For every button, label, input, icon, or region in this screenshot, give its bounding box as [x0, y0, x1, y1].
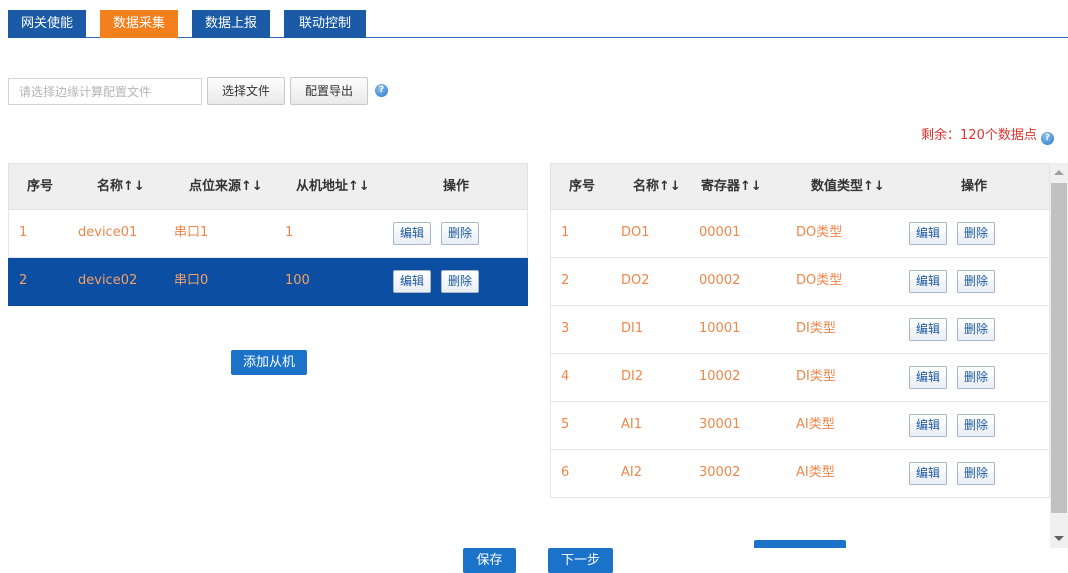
row-source: 串口1 [174, 225, 209, 240]
row-index: 4 [561, 369, 570, 384]
row-index: 2 [19, 273, 28, 288]
tab-linkage-control[interactable]: 联动控制 [284, 10, 366, 38]
table-row[interactable]: 1 device01 串口1 1 编辑 删除 [8, 210, 528, 258]
edit-button[interactable]: 编辑 [909, 222, 947, 245]
col-name[interactable]: 名称↑↓ [97, 164, 145, 210]
edit-button[interactable]: 编辑 [909, 462, 947, 485]
row-register: 10001 [699, 321, 741, 336]
edit-button[interactable]: 编辑 [909, 318, 947, 341]
col-source[interactable]: 点位来源↑↓ [189, 164, 263, 210]
delete-button[interactable]: 删除 [441, 270, 479, 293]
table-row[interactable]: 3 DI1 10001 DI类型 编辑 删除 [550, 306, 1050, 354]
row-index: 3 [561, 321, 570, 336]
col-register[interactable]: 寄存器↑↓ [701, 164, 762, 210]
point-table-scrollbar[interactable] [1050, 163, 1068, 548]
point-table-header: 序号 名称↑↓ 寄存器↑↓ 数值类型↑↓ 操作 [550, 163, 1050, 210]
row-type: DO类型 [796, 225, 843, 240]
row-register: 30001 [699, 417, 741, 432]
tab-bar: 网关使能 数据采集 数据上报 联动控制 [8, 9, 1068, 38]
edit-button[interactable]: 编辑 [909, 366, 947, 389]
row-type: AI类型 [796, 417, 835, 432]
edit-button[interactable]: 编辑 [909, 414, 947, 437]
edit-button[interactable]: 编辑 [393, 270, 431, 293]
add-slave-button[interactable]: 添加从机 [231, 350, 307, 375]
config-file-input[interactable] [8, 78, 202, 105]
delete-button[interactable]: 删除 [957, 318, 995, 341]
delete-button[interactable]: 删除 [957, 366, 995, 389]
edit-button[interactable]: 编辑 [393, 222, 431, 245]
row-name: DO1 [621, 225, 650, 240]
row-type: AI类型 [796, 465, 835, 480]
delete-button[interactable]: 删除 [957, 462, 995, 485]
slave-table: 序号 名称↑↓ 点位来源↑↓ 从机地址↑↓ 操作 1 device01 串口1 … [8, 163, 528, 306]
row-name: device02 [78, 273, 138, 288]
scroll-down-icon[interactable] [1054, 536, 1064, 541]
config-export-button[interactable]: 配置导出 [290, 77, 368, 105]
row-index: 6 [561, 465, 570, 480]
col-name[interactable]: 名称↑↓ [633, 164, 681, 210]
table-row[interactable]: 6 AI2 30002 AI类型 编辑 删除 [550, 450, 1050, 498]
row-address: 100 [285, 273, 310, 288]
delete-button[interactable]: 删除 [957, 414, 995, 437]
save-button[interactable]: 保存 [463, 548, 516, 573]
row-register: 00002 [699, 273, 741, 288]
remaining-points: 剩余：120个数据点 ? [921, 124, 1054, 145]
delete-button[interactable]: 删除 [441, 222, 479, 245]
col-index[interactable]: 序号 [569, 164, 595, 210]
row-index: 5 [561, 417, 570, 432]
next-step-button[interactable]: 下一步 [548, 548, 613, 573]
tab-data-report[interactable]: 数据上报 [192, 10, 270, 38]
row-name: AI1 [621, 417, 642, 432]
point-table: 序号 名称↑↓ 寄存器↑↓ 数值类型↑↓ 操作 1 DO1 00001 DO类型… [550, 163, 1050, 498]
slave-table-header: 序号 名称↑↓ 点位来源↑↓ 从机地址↑↓ 操作 [8, 163, 528, 210]
col-actions: 操作 [443, 179, 470, 194]
row-index: 1 [19, 225, 28, 240]
row-name: device01 [78, 225, 138, 240]
table-row[interactable]: 5 AI1 30001 AI类型 编辑 删除 [550, 402, 1050, 450]
col-index[interactable]: 序号 [27, 164, 53, 210]
edit-button[interactable]: 编辑 [909, 270, 947, 293]
table-row[interactable]: 2 device02 串口0 100 编辑 删除 [8, 258, 528, 306]
row-register: 10002 [699, 369, 741, 384]
row-address: 1 [285, 225, 294, 240]
delete-button[interactable]: 删除 [957, 222, 995, 245]
add-point-button[interactable] [754, 540, 846, 548]
tab-data-collection[interactable]: 数据采集 [100, 10, 178, 38]
page: { "tabs": [ {"label": "网关使能"}, {"label":… [0, 0, 1068, 573]
row-type: DI类型 [796, 369, 836, 384]
row-register: 00001 [699, 225, 741, 240]
row-name: DI2 [621, 369, 644, 384]
row-index: 2 [561, 273, 570, 288]
help-icon[interactable]: ? [375, 84, 388, 97]
delete-button[interactable]: 删除 [957, 270, 995, 293]
col-address[interactable]: 从机地址↑↓ [296, 164, 370, 210]
scroll-thumb[interactable] [1051, 183, 1067, 513]
row-name: AI2 [621, 465, 642, 480]
row-type: DI类型 [796, 321, 836, 336]
row-register: 30002 [699, 465, 741, 480]
col-actions: 操作 [961, 179, 988, 194]
table-row[interactable]: 4 DI2 10002 DI类型 编辑 删除 [550, 354, 1050, 402]
col-value-type[interactable]: 数值类型↑↓ [811, 164, 885, 210]
tab-gateway-enable[interactable]: 网关使能 [8, 10, 86, 38]
scroll-up-icon[interactable] [1054, 170, 1064, 175]
remaining-text: 剩余：120个数据点 [921, 128, 1037, 143]
row-type: DO类型 [796, 273, 843, 288]
table-row[interactable]: 1 DO1 00001 DO类型 编辑 删除 [550, 210, 1050, 258]
row-name: DO2 [621, 273, 650, 288]
remaining-help-icon[interactable]: ? [1041, 132, 1054, 145]
row-name: DI1 [621, 321, 644, 336]
row-index: 1 [561, 225, 570, 240]
table-row[interactable]: 2 DO2 00002 DO类型 编辑 删除 [550, 258, 1050, 306]
row-source: 串口0 [174, 273, 209, 288]
choose-file-button[interactable]: 选择文件 [207, 77, 285, 105]
